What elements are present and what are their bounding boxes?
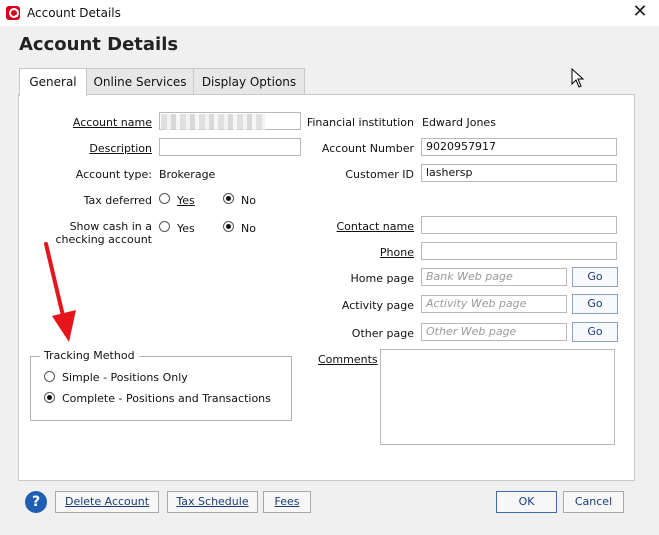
tax-deferred-yes-label: Yes	[177, 194, 195, 207]
tab-online-services[interactable]: Online Services	[86, 68, 194, 95]
tracking-simple-label: Simple - Positions Only	[62, 371, 188, 384]
tax-schedule-button[interactable]: Tax Schedule	[167, 491, 258, 513]
tab-display-options[interactable]: Display Options	[193, 68, 305, 95]
show-cash-no-label: No	[241, 222, 256, 235]
app-logo-icon	[6, 6, 20, 20]
customer-id-label: Customer ID	[345, 168, 414, 181]
description-field[interactable]	[159, 138, 301, 156]
activity-page-go-button[interactable]: Go	[572, 294, 618, 314]
account-number-label: Account Number	[321, 142, 414, 155]
tracking-complete-radio[interactable]	[44, 392, 55, 403]
redacted-account-name	[161, 114, 265, 130]
phone-field[interactable]	[421, 242, 617, 260]
home-page-field[interactable]: Bank Web page	[421, 268, 567, 286]
comments-textarea[interactable]	[380, 349, 615, 445]
ok-button[interactable]: OK	[496, 491, 557, 513]
annotation-arrow-icon	[44, 242, 76, 342]
tax-deferred-no-radio[interactable]	[223, 193, 234, 204]
customer-id-field[interactable]: lashersp	[421, 164, 617, 182]
fees-button[interactable]: Fees	[263, 491, 311, 513]
tracking-complete-label: Complete - Positions and Transactions	[62, 392, 271, 405]
tab-general[interactable]: General	[19, 68, 87, 96]
account-type-value: Brokerage	[159, 168, 216, 181]
cancel-button[interactable]: Cancel	[563, 491, 624, 513]
tax-deferred-label: Tax deferred	[83, 194, 152, 207]
show-cash-yes-label: Yes	[177, 222, 195, 235]
tracking-simple-radio[interactable]	[44, 371, 55, 382]
tax-deferred-yes-radio[interactable]	[159, 193, 170, 204]
account-type-label: Account type:	[75, 168, 152, 181]
home-page-go-button[interactable]: Go	[572, 267, 618, 287]
page-title: Account Details	[19, 34, 179, 55]
activity-page-label: Activity page	[341, 299, 414, 312]
tax-deferred-no-label: No	[241, 194, 256, 207]
window-title: Account Details	[27, 6, 121, 20]
comments-label: Comments	[318, 353, 378, 366]
account-name-label: Account name	[72, 116, 152, 129]
contact-name-label: Contact name	[336, 220, 415, 233]
tracking-method-legend: Tracking Method	[40, 349, 139, 362]
tracking-method-group	[30, 356, 292, 421]
show-cash-no-radio[interactable]	[223, 221, 234, 232]
help-icon[interactable]: ?	[25, 491, 47, 513]
close-icon[interactable]: ✕	[630, 2, 650, 22]
description-label: Description	[89, 142, 152, 155]
financial-institution-value: Edward Jones	[422, 116, 496, 129]
show-cash-yes-radio[interactable]	[159, 221, 170, 232]
home-page-label: Home page	[350, 272, 414, 285]
activity-page-field[interactable]: Activity Web page	[421, 295, 567, 313]
other-page-go-button[interactable]: Go	[572, 322, 618, 342]
other-page-label: Other page	[351, 327, 414, 340]
phone-label: Phone	[379, 246, 414, 259]
contact-name-field[interactable]	[421, 216, 617, 234]
financial-institution-label: Financial institution	[306, 116, 414, 129]
account-number-field[interactable]: 9020957917	[421, 138, 617, 156]
delete-account-button[interactable]: Delete Account	[55, 491, 159, 513]
mouse-cursor-icon	[571, 68, 585, 88]
other-page-field[interactable]: Other Web page	[421, 323, 567, 341]
